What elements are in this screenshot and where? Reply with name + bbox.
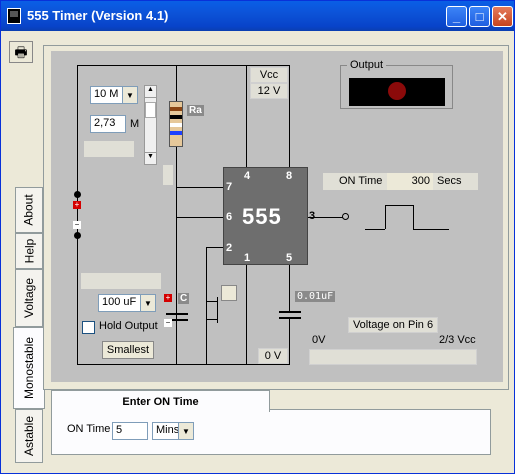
entry-on-time-label: ON Time: [67, 423, 111, 435]
output-led: [388, 82, 406, 100]
print-button[interactable]: 🖶: [9, 41, 33, 63]
close-icon: ✕: [497, 9, 508, 24]
chevron-down-icon: ▼: [140, 295, 155, 311]
plus-icon: +: [73, 200, 81, 209]
terminal-bottom: [74, 232, 81, 239]
switch-bar: [217, 297, 218, 323]
vcc-value: 12 V: [250, 83, 288, 99]
resistor-band-4: [170, 131, 182, 135]
wave-fall: [413, 205, 414, 229]
resistor-blank-field: [84, 141, 134, 157]
wire-pin5: [289, 265, 290, 311]
wire-pin4: [246, 65, 247, 167]
cap-label: C: [178, 293, 190, 304]
wire-pin1: [246, 265, 247, 365]
scroll-thumb[interactable]: [145, 102, 156, 118]
voltage-max-label: 2/3 Vcc: [439, 334, 476, 346]
pin-4: 4: [244, 170, 251, 182]
tab-about[interactable]: About: [15, 187, 43, 233]
wire-trigger: [206, 247, 207, 365]
resistor-band-2: [170, 115, 182, 119]
output-label: Output: [347, 59, 387, 71]
pin-7: 7: [226, 181, 233, 193]
trigger-button[interactable]: [221, 285, 237, 301]
resistor-scrollbar[interactable]: ▲ ▼: [144, 85, 157, 165]
tab-monostable[interactable]: Monostable: [13, 327, 45, 409]
wire-cap-c: [176, 287, 177, 365]
printer-icon: 🖶: [14, 44, 28, 60]
smallest-button[interactable]: Smallest: [102, 341, 154, 359]
pin-3: 3: [309, 210, 316, 222]
vcc-label: Vcc: [250, 67, 288, 83]
resistor-band-3: [170, 123, 182, 127]
minimize-icon: _: [452, 9, 461, 24]
window-title: 555 Timer (Version 4.1): [27, 8, 169, 23]
resistor-label: Ra: [187, 105, 204, 116]
voltage-bar: [309, 349, 477, 365]
hold-output-label: Hold Output: [99, 320, 158, 332]
ground-label: 0 V: [258, 348, 288, 364]
voltage-min-label: 0V: [312, 334, 326, 346]
terminal-top: [74, 191, 81, 198]
app-window: 555 Timer (Version 4.1) _ □ ✕ 🖶 About He…: [0, 0, 515, 474]
maximize-icon: □: [475, 9, 484, 24]
wire-ra-top: [176, 65, 177, 101]
wave-low2: [413, 229, 449, 230]
output-terminal: [342, 213, 349, 220]
unit-select[interactable]: Mins ▼: [152, 422, 194, 440]
wave-rise: [385, 205, 386, 229]
wire-top-rail: [77, 65, 289, 66]
pin-5: 5: [286, 252, 293, 264]
cap-minus-icon: −: [164, 318, 172, 327]
resistor-band-1: [170, 107, 182, 111]
tab-voltage[interactable]: Voltage: [15, 269, 43, 327]
minus-icon: −: [73, 220, 81, 229]
pin-1: 1: [244, 252, 251, 264]
cap-plus-icon: +: [164, 293, 172, 302]
tab-help[interactable]: Help: [15, 233, 43, 269]
minimize-button[interactable]: _: [446, 6, 467, 27]
cap-blank-field: [81, 273, 161, 289]
blank-indicator: [163, 165, 173, 185]
pin-6: 6: [226, 211, 233, 223]
chevron-down-icon: ▼: [122, 87, 137, 103]
close-button[interactable]: ✕: [492, 6, 513, 27]
hold-output-checkbox[interactable]: [82, 321, 95, 334]
voltage-pin6-label: Voltage on Pin 6: [348, 317, 438, 333]
resistor-range-select[interactable]: 10 M ▼: [90, 86, 138, 104]
wire-pin6: [176, 217, 223, 218]
pin-2: 2: [226, 242, 233, 254]
wire-pin7: [176, 187, 223, 188]
cap-c-plate-top: [166, 313, 188, 315]
on-time-input[interactable]: 5: [112, 422, 148, 440]
chip-label: 555: [242, 204, 282, 229]
cap2-plate-bottom: [279, 317, 301, 319]
wire-pin8: [289, 65, 290, 167]
wire-pin2: [206, 247, 223, 248]
resistor-value-input[interactable]: 2,73: [90, 115, 126, 133]
wave-low1: [365, 229, 385, 230]
capacitor-select[interactable]: 100 uF ▼: [98, 294, 156, 312]
scroll-down-icon[interactable]: ▼: [145, 152, 156, 164]
cap2-plate-top: [279, 311, 301, 313]
on-time-unit: Secs: [437, 175, 462, 187]
maximize-button[interactable]: □: [469, 6, 490, 27]
wire-left-rail: [77, 65, 78, 365]
timer-chip: 555 4 8 7 6 2 1 5: [223, 167, 308, 265]
resistor-ra: [169, 101, 183, 147]
tab-enter-on-time[interactable]: Enter ON Time: [51, 390, 270, 412]
tab-astable[interactable]: Astable: [15, 409, 43, 463]
on-time-label: ON Time: [339, 175, 383, 187]
pin-8: 8: [286, 170, 293, 182]
wire-bottom-rail: [77, 364, 289, 365]
scroll-up-icon[interactable]: ▲: [145, 86, 156, 98]
cap2-label: 0.01uF: [295, 291, 336, 302]
resistor-unit: M: [130, 118, 140, 130]
wave-high: [385, 205, 413, 206]
app-icon: [7, 8, 21, 24]
chevron-down-icon: ▼: [178, 423, 193, 439]
title-bar[interactable]: 555 Timer (Version 4.1) _ □ ✕: [1, 1, 514, 31]
on-time-value: 300: [387, 173, 433, 190]
wire-cap2: [289, 319, 290, 365]
